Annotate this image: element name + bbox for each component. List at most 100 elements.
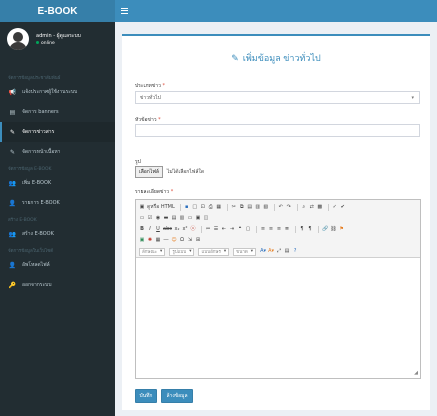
new-page-icon[interactable]: □ bbox=[192, 204, 198, 211]
sidebar-item-create-ebook[interactable]: 👥 สร้าง E-BOOK bbox=[0, 224, 115, 244]
sidebar-item-announcement[interactable]: 📢 แจ้งประกาศผู้ใช้งานระบบ bbox=[0, 82, 115, 102]
table-icon[interactable]: ▦ bbox=[155, 237, 161, 244]
resize-handle-icon[interactable]: ◢ bbox=[414, 370, 418, 376]
help-icon[interactable]: ? bbox=[292, 248, 298, 255]
blockquote-icon[interactable]: ❝ bbox=[237, 226, 243, 233]
sidebar-item-logout[interactable]: 🔑 ออกจากระบบ bbox=[0, 275, 115, 295]
textarea-icon[interactable]: ▤ bbox=[171, 215, 177, 222]
ltr-icon[interactable]: ¶ bbox=[299, 226, 305, 233]
users-icon: 👥 bbox=[8, 179, 17, 187]
paste-word-icon[interactable]: ▧ bbox=[263, 204, 269, 211]
size-dropdown[interactable]: ขนาด ▾ bbox=[233, 247, 257, 256]
font-dropdown[interactable]: แบบอักษร ▾ bbox=[198, 247, 230, 256]
remove-format-icon[interactable]: ⓧ bbox=[190, 226, 196, 233]
source-button[interactable]: ดูหรือ HTML bbox=[147, 204, 175, 211]
source-icon[interactable]: ▣ bbox=[139, 204, 145, 211]
select-field-icon[interactable]: ▥ bbox=[179, 215, 185, 222]
smiley-icon[interactable]: ☺ bbox=[171, 237, 177, 244]
sidebar-item-content-pages[interactable]: ✎ จัดการหน้าเนื้อหา bbox=[0, 142, 115, 162]
unlink-icon[interactable]: ⛓ bbox=[330, 226, 336, 233]
sidebar-toggle-icon[interactable] bbox=[121, 8, 128, 14]
save-icon[interactable]: ▪ bbox=[184, 204, 190, 211]
print-icon[interactable]: ⎙ bbox=[208, 204, 214, 211]
image-button-icon[interactable]: ▣ bbox=[195, 215, 201, 222]
bold-icon[interactable]: B bbox=[139, 226, 145, 233]
key-icon: 🔑 bbox=[8, 281, 17, 289]
paste-text-icon[interactable]: ▥ bbox=[255, 204, 261, 211]
form-icon[interactable]: ▭ bbox=[139, 215, 145, 222]
italic-icon[interactable]: I bbox=[147, 226, 153, 233]
sidebar-item-upload[interactable]: 👤 อัพโหลดไฟล์ bbox=[0, 255, 115, 275]
sidebar-item-label: แจ้งประกาศผู้ใช้งานระบบ bbox=[22, 89, 78, 95]
textfield-icon[interactable]: ▬ bbox=[163, 215, 169, 222]
iframe-icon[interactable]: ⊞ bbox=[195, 237, 201, 244]
user-name: admin - ผู้ดูแลระบบ bbox=[36, 33, 81, 39]
format-dropdown[interactable]: รูปแบบ ▾ bbox=[169, 247, 195, 256]
user-icon: 👤 bbox=[8, 261, 17, 269]
detail-label-text: รายละเอียดข่าว bbox=[135, 189, 170, 195]
avatar bbox=[7, 28, 29, 50]
copy-icon[interactable]: ⧉ bbox=[239, 204, 245, 211]
align-right-icon[interactable]: ≡ bbox=[276, 226, 282, 233]
paste-icon[interactable]: ▤ bbox=[247, 204, 253, 211]
button-field-icon[interactable]: ▭ bbox=[187, 215, 193, 222]
subscript-icon[interactable]: x₂ bbox=[174, 226, 180, 233]
bulleted-list-icon[interactable]: ☰ bbox=[213, 226, 219, 233]
numbered-list-icon[interactable]: ≔ bbox=[205, 226, 211, 233]
headline-input[interactable] bbox=[135, 124, 420, 137]
outdent-icon[interactable]: ⇤ bbox=[221, 226, 227, 233]
spellcheck-icon[interactable]: ✓ bbox=[332, 204, 338, 211]
text-color-icon[interactable]: A▾ bbox=[260, 248, 266, 255]
preview-icon[interactable]: ⊡ bbox=[200, 204, 206, 211]
chevron-down-icon: ▾ bbox=[411, 95, 414, 101]
bg-color-icon[interactable]: A▾ bbox=[268, 248, 274, 255]
edit-icon: ✎ bbox=[9, 128, 16, 136]
save-button[interactable]: บันทึก bbox=[135, 389, 157, 403]
strike-icon[interactable]: abc bbox=[163, 226, 172, 233]
align-left-icon[interactable]: ≡ bbox=[260, 226, 266, 233]
replace-icon[interactable]: ⇄ bbox=[309, 204, 315, 211]
flash-icon[interactable]: ✺ bbox=[147, 237, 153, 244]
align-justify-icon[interactable]: ≣ bbox=[284, 226, 290, 233]
link-icon[interactable]: 🔗 bbox=[322, 226, 328, 233]
sidebar-item-ebook-list[interactable]: 👤 รายการ E-BOOK bbox=[0, 193, 115, 213]
toolbar-row: ลักษณะ ▾ รูปแบบ ▾ แบบอักษร ▾ ขนาด ▾ A▾ A▾ ⤢ … bbox=[139, 247, 300, 256]
page-break-icon[interactable]: ⇲ bbox=[187, 237, 193, 244]
select-all-icon[interactable]: ▩ bbox=[317, 204, 323, 211]
scayt-icon[interactable]: ✔ bbox=[340, 204, 346, 211]
maximize-icon[interactable]: ⤢ bbox=[276, 248, 282, 255]
app-logo[interactable]: E-BOOK bbox=[0, 0, 115, 22]
page-title-text: เพิ่มข้อมูล ข่าวทั่วไป bbox=[242, 53, 321, 63]
radio-icon[interactable]: ◉ bbox=[155, 215, 161, 222]
horizontal-rule-icon[interactable]: ― bbox=[163, 237, 169, 244]
sidebar-item-banners[interactable]: ▤ จัดการ banners bbox=[0, 102, 115, 122]
image-insert-icon[interactable]: ▣ bbox=[139, 237, 145, 244]
underline-icon[interactable]: U bbox=[155, 226, 161, 233]
align-center-icon[interactable]: ≡ bbox=[268, 226, 274, 233]
show-blocks-icon[interactable]: ▤ bbox=[284, 248, 290, 255]
special-char-icon[interactable]: Ω bbox=[179, 237, 185, 244]
undo-icon[interactable]: ↶ bbox=[278, 204, 284, 211]
rich-text-editor: ▣ ดูหรือ HTML ▪ □ ⊡ ⎙ ▦ ✂ ⧉ ▤ ▥ ▧ ↶ ↷ ⌕ … bbox=[135, 199, 421, 379]
anchor-icon[interactable]: ⚑ bbox=[339, 226, 345, 233]
toolbar-row: B I U abc x₂ x² ⓧ ≔ ☰ ⇤ ⇥ ❝ ▢ ≡ ≡ ≡ ≣ ¶ … bbox=[139, 225, 347, 234]
checkbox-icon[interactable]: ☑ bbox=[147, 215, 153, 222]
choose-file-button[interactable]: เลือกไฟล์ bbox=[135, 166, 163, 178]
superscript-icon[interactable]: x² bbox=[182, 226, 188, 233]
rtl-icon[interactable]: ¶ bbox=[307, 226, 313, 233]
category-select[interactable]: ข่าวทั่วไป ▾ bbox=[135, 91, 420, 104]
file-status-text: ไม่ได้เลือกไฟล์ใด bbox=[166, 169, 205, 175]
required-mark: * bbox=[170, 189, 174, 195]
find-icon[interactable]: ⌕ bbox=[301, 204, 307, 211]
templates-icon[interactable]: ▦ bbox=[216, 204, 222, 211]
editor-content-area[interactable] bbox=[136, 258, 420, 378]
hidden-field-icon[interactable]: ◫ bbox=[203, 215, 209, 222]
reset-button[interactable]: ล้างข้อมูล bbox=[161, 389, 193, 403]
div-icon[interactable]: ▢ bbox=[245, 226, 251, 233]
sidebar-item-news[interactable]: ✎ จัดการข่าวสาร bbox=[0, 122, 115, 142]
sidebar-item-add-ebook[interactable]: 👥 เพิ่ม E-BOOK bbox=[0, 173, 115, 193]
style-dropdown[interactable]: ลักษณะ ▾ bbox=[139, 247, 166, 256]
cut-icon[interactable]: ✂ bbox=[231, 204, 237, 211]
indent-icon[interactable]: ⇥ bbox=[229, 226, 235, 233]
redo-icon[interactable]: ↷ bbox=[286, 204, 292, 211]
